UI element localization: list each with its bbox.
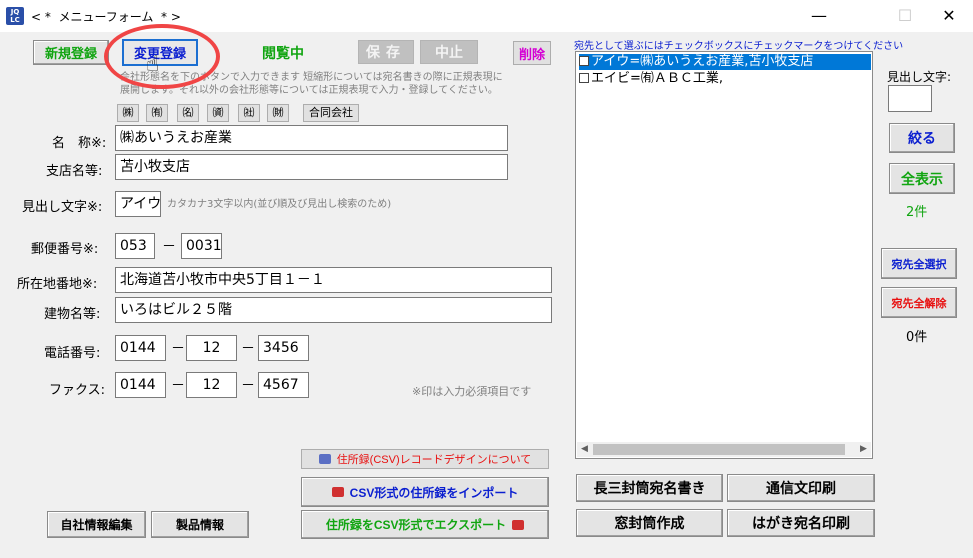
book-icon	[318, 454, 331, 464]
recipients-listbox[interactable]: アイウ=㈱あいうえお産業,苫小牧支店 エイビ=㈲ＡＢＣ工業, ◀ ▶	[575, 51, 873, 459]
zip-label: 郵便番号※:	[31, 242, 99, 257]
csv-design-label: 住所録(CSV)レコードデザインについて	[336, 454, 532, 466]
phone3-input[interactable]: 3456	[258, 335, 309, 361]
building-input[interactable]: いろはビル２５階	[115, 297, 552, 323]
zip2-input[interactable]: 0031	[181, 233, 222, 259]
count-all: 2件	[906, 205, 928, 220]
branch-label: 支店名等:	[46, 164, 103, 179]
zip-dash: －	[162, 239, 176, 255]
scroll-thumb[interactable]	[593, 444, 845, 455]
list-item[interactable]: アイウ=㈱あいうえお産業,苫小牧支店	[579, 54, 871, 70]
fax2-input[interactable]: 12	[186, 372, 237, 398]
kana-input[interactable]: アイウ	[115, 191, 161, 217]
branch-input[interactable]: 苫小牧支店	[115, 154, 508, 180]
phone-dash-1: －	[171, 341, 185, 357]
search-label: 見出し文字:	[887, 70, 952, 84]
address-label: 所在地番地※:	[17, 277, 98, 292]
phone2-input[interactable]: 12	[186, 335, 237, 361]
search-input[interactable]	[888, 85, 932, 112]
scroll-right-icon[interactable]: ▶	[856, 442, 871, 457]
prefix-button[interactable]: ㈶	[267, 104, 289, 122]
kana-label: 見出し文字※:	[22, 200, 103, 215]
product-info-button[interactable]: 製品情報	[151, 511, 249, 538]
filter-button[interactable]: 絞る	[889, 123, 955, 153]
fax1-input[interactable]: 0144	[115, 372, 166, 398]
export-icon	[512, 519, 525, 530]
prefix-button[interactable]: ㈾	[207, 104, 229, 122]
csv-import-button[interactable]: CSV形式の住所録をインポート	[301, 477, 549, 507]
kana-hint: カタカナ3文字以内(並び順及び見出し検索のため)	[167, 199, 392, 210]
required-note: ※印は入力必須項目です	[412, 385, 532, 398]
phone-dash-2: －	[241, 341, 255, 357]
maximize-icon: ☐	[897, 6, 913, 25]
minimize-icon[interactable]: —	[797, 4, 841, 28]
window-envelope-button[interactable]: 窓封筒作成	[576, 509, 723, 537]
prefix-button[interactable]: ㈴	[177, 104, 199, 122]
prefix-button[interactable]: ㈲	[146, 104, 168, 122]
recipients-caption: 宛先として選ぶにはチェックボックスにチェックマークをつけてください	[574, 41, 904, 52]
csv-import-label: CSV形式の住所録をインポート	[349, 485, 519, 500]
phone1-input[interactable]: 0144	[115, 335, 166, 361]
select-all-button[interactable]: 宛先全選択	[881, 248, 957, 279]
checkbox[interactable]	[579, 73, 589, 83]
close-icon[interactable]: ✕	[927, 4, 971, 28]
address-input[interactable]: 北海道苫小牧市中央5丁目１－１	[115, 267, 552, 293]
csv-export-label: 住所録をCSV形式でエクスポート	[325, 518, 507, 532]
company-info-button[interactable]: 自社情報編集	[47, 511, 146, 538]
window-title: < * メニューフォーム * >	[31, 10, 181, 24]
mode-status: 閲覧中	[262, 46, 304, 62]
name-label: 名 称※:	[52, 136, 107, 151]
zip1-input[interactable]: 053	[115, 233, 155, 259]
prefix-button[interactable]: ㈱	[117, 104, 139, 122]
list-item[interactable]: エイビ=㈲ＡＢＣ工業,	[579, 71, 871, 87]
fax-dash-1: －	[171, 378, 185, 394]
postcard-print-button[interactable]: はがき宛名印刷	[727, 509, 875, 537]
fax-dash-2: －	[241, 378, 255, 394]
list-item-label: アイウ=㈱あいうえお産業,苫小牧支店	[591, 54, 814, 69]
fax3-input[interactable]: 4567	[258, 372, 309, 398]
csv-design-button[interactable]: 住所録(CSV)レコードデザインについて	[301, 449, 549, 469]
building-label: 建物名等:	[44, 307, 101, 322]
horizontal-scrollbar[interactable]: ◀ ▶	[577, 442, 871, 457]
phone-label: 電話番号:	[44, 346, 101, 361]
app-icon: JQ LC	[6, 7, 24, 25]
prefix-button[interactable]: 合同会社	[303, 104, 359, 122]
clear-all-button[interactable]: 宛先全解除	[881, 287, 957, 318]
csv-export-button[interactable]: 住所録をCSV形式でエクスポート	[301, 510, 549, 539]
count-selected: 0件	[906, 330, 928, 345]
cancel-button[interactable]: 中止	[420, 40, 478, 64]
show-all-button[interactable]: 全表示	[889, 163, 955, 194]
annotation-circle	[104, 24, 220, 89]
letter-print-button[interactable]: 通信文印刷	[727, 474, 875, 502]
delete-button[interactable]: 削除	[513, 41, 551, 65]
hand-cursor-icon: ☝	[146, 52, 160, 77]
name-input[interactable]: ㈱あいうえお産業	[115, 125, 508, 151]
prefix-button[interactable]: ㈳	[238, 104, 260, 122]
checkbox[interactable]	[579, 56, 589, 66]
save-button[interactable]: 保存	[358, 40, 414, 64]
import-icon	[331, 487, 344, 497]
scroll-left-icon[interactable]: ◀	[577, 442, 592, 457]
list-item-label: エイビ=㈲ＡＢＣ工業,	[591, 71, 724, 86]
long-envelope-button[interactable]: 長三封筒宛名書き	[576, 474, 723, 502]
fax-label: ファクス:	[49, 383, 105, 398]
new-register-button[interactable]: 新規登録	[33, 40, 109, 65]
